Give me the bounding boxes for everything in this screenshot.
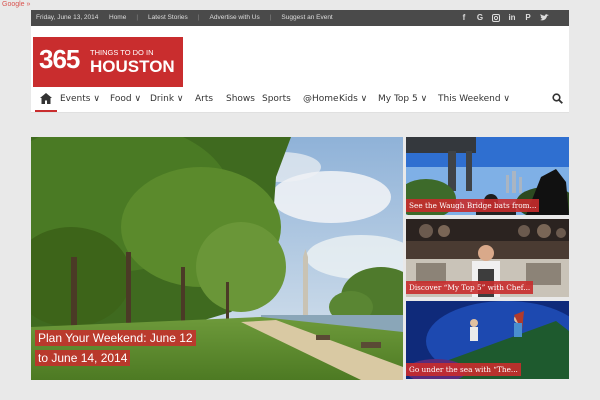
hero-caption-line-2: to June 14, 2014 [35, 350, 131, 366]
instagram-icon[interactable] [491, 12, 501, 24]
separator: | [269, 14, 272, 21]
nav-kids[interactable]: Kids ∨ [339, 94, 367, 104]
twitter-icon[interactable] [539, 12, 549, 24]
top-link-latest-stories[interactable]: Latest Stories [148, 14, 188, 21]
site-logo[interactable]: 365 THINGS TO DO IN HOUSTON [33, 37, 183, 87]
featured-content: Plan Your Weekend: June 12 to June 14, 2… [31, 137, 569, 380]
nav-home-at[interactable]: @Home [303, 94, 339, 104]
logo-number: 365 [39, 44, 80, 74]
nav-drink[interactable]: Drink ∨ [150, 94, 184, 104]
story-caption: Discover “My Top 5” with Chef... [406, 281, 534, 294]
story-caption: See the Waugh Bridge bats from... [406, 199, 540, 212]
social-icons: f G in P [459, 12, 549, 24]
separator: | [136, 14, 139, 21]
google-plus-icon[interactable]: G [475, 12, 485, 24]
logo-city: HOUSTON [90, 57, 175, 76]
facebook-icon[interactable]: f [459, 12, 469, 24]
nav-arts[interactable]: Arts [195, 94, 213, 104]
story-caption: Go under the sea with “The... [406, 363, 521, 376]
nav-my-top-5[interactable]: My Top 5 ∨ [378, 94, 427, 104]
google-link[interactable]: Google » [2, 0, 30, 10]
nav-shows[interactable]: Shows [226, 94, 255, 104]
home-icon [40, 93, 52, 104]
nav-this-weekend[interactable]: This Weekend ∨ [438, 94, 510, 104]
nav-home[interactable] [35, 88, 57, 112]
top-links: Home | Latest Stories | Advertise with Us |… [109, 14, 343, 21]
pinterest-icon[interactable]: P [523, 12, 533, 24]
top-bar: Friday, June 13, 2014 Home | Latest Stori… [31, 10, 569, 26]
linkedin-icon[interactable]: in [507, 12, 517, 24]
logo-tagline: THINGS TO DO IN [90, 48, 154, 57]
story-card-chef[interactable]: Discover “My Top 5” with Chef... [406, 219, 569, 297]
current-date: Friday, June 13, 2014 [36, 14, 99, 21]
site-header: 365 THINGS TO DO IN HOUSTON [31, 26, 569, 88]
nav-sports[interactable]: Sports [262, 94, 291, 104]
separator: | [197, 14, 200, 21]
story-card-waugh-bridge[interactable]: See the Waugh Bridge bats from... [406, 137, 569, 215]
main-nav: Events ∨ Food ∨ Drink ∨ Arts Shows Sport… [31, 88, 569, 113]
nav-food[interactable]: Food ∨ [110, 94, 141, 104]
hero-caption-line-1: Plan Your Weekend: June 12 [35, 330, 196, 346]
top-link-advertise[interactable]: Advertise with Us [210, 14, 260, 21]
nav-events[interactable]: Events ∨ [60, 94, 100, 104]
side-stories: See the Waugh Bridge bats from... Discov… [406, 137, 569, 380]
top-link-home[interactable]: Home [109, 14, 126, 21]
hero-story[interactable]: Plan Your Weekend: June 12 to June 14, 2… [31, 137, 403, 380]
story-card-under-the-sea[interactable]: Go under the sea with “The... [406, 301, 569, 379]
search-icon[interactable] [552, 93, 563, 104]
hero-caption[interactable]: Plan Your Weekend: June 12 to June 14, 2… [35, 328, 196, 368]
top-link-suggest-event[interactable]: Suggest an Event [281, 14, 332, 21]
